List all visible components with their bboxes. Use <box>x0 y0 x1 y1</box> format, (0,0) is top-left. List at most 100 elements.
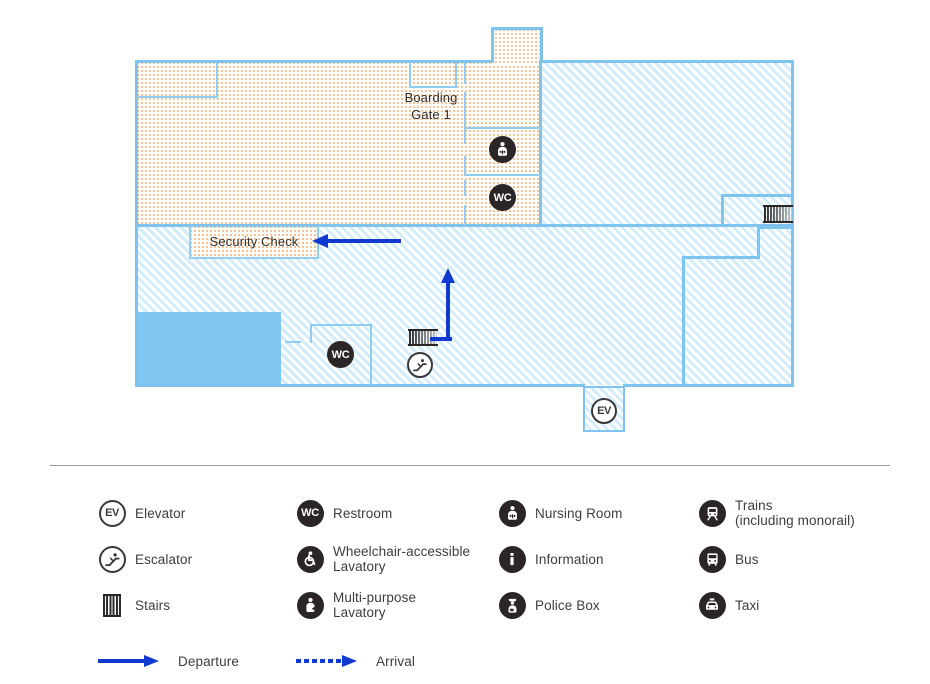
train-icon-wrap <box>698 499 726 527</box>
legend-label-bus: Bus <box>735 551 759 567</box>
legend-item-information[interactable]: Information <box>498 536 688 582</box>
restricted-area-concourse <box>137 62 541 226</box>
wall-restroom-upper-left-a <box>464 180 466 196</box>
restroom-upper-marker[interactable]: WC <box>489 184 516 211</box>
wall-security-check-left <box>189 226 191 259</box>
elevator-icon: EV <box>591 398 617 424</box>
restroom-glyph: WC <box>301 507 319 519</box>
legend-item-stairs[interactable]: Stairs <box>98 582 288 628</box>
taxi-icon-wrap <box>698 591 726 619</box>
wall-nursing-room-left-upper <box>464 127 466 144</box>
legend-label-elevator: Elevator <box>135 505 186 521</box>
wall-outer-bottom-right <box>623 384 794 387</box>
elevator-icon-wrap: EV <box>98 499 126 527</box>
legend-label-departure: Departure <box>178 653 239 669</box>
legend-item-wheelchair-accessible-lavatory[interactable]: Wheelchair-accessible Lavatory <box>296 536 496 582</box>
legend-label-police-box: Police Box <box>535 597 600 613</box>
departure-arrow-head <box>312 234 328 248</box>
escalator-icon <box>98 545 126 573</box>
multi-purpose-lavatory-icon <box>296 591 324 619</box>
legend-item-departure[interactable]: Departure <box>98 638 288 684</box>
wall-restroom-lower-left <box>310 324 312 343</box>
legend-item-police-box[interactable]: Police Box <box>498 582 688 628</box>
wall-restroom-lower-top <box>310 324 372 326</box>
wall-right-step-top <box>721 194 794 197</box>
elevator-icon: EV <box>98 499 126 527</box>
legend-item-trains[interactable]: Trains (including monorail) <box>698 490 918 536</box>
wall-restroom-lower-right <box>370 324 372 385</box>
departure-arrow-shaft-vertical <box>446 281 450 341</box>
legend-column-2: WC Restroom Wheelchair-accessible Lavato… <box>296 490 496 684</box>
wall-gate-room-right <box>455 62 457 88</box>
escalator-icon-wrap <box>98 545 126 573</box>
legend-item-restroom[interactable]: WC Restroom <box>296 490 496 536</box>
nursing-room-icon-wrap <box>498 499 526 527</box>
wall-nursing-room-bottom <box>464 174 541 176</box>
legend-column-1: EV Elevator Escalator Stairs Departure <box>98 490 288 684</box>
wall-gate-room-left <box>409 62 411 88</box>
restroom-icon: WC <box>327 341 354 368</box>
legend-label-arrival: Arrival <box>376 653 415 669</box>
legend-label-information: Information <box>535 551 604 567</box>
wall-room-topleft-bottom <box>137 96 217 98</box>
restroom-glyph: WC <box>331 348 350 361</box>
taxi-icon <box>698 591 726 619</box>
departure-arrow-head-up <box>441 268 455 283</box>
legend-item-nursing-room[interactable]: Nursing Room <box>498 490 688 536</box>
wall-protrusion-top <box>491 27 543 30</box>
stairs-right-marker[interactable] <box>763 204 793 224</box>
legend-column-4: Trains (including monorail) Bus Taxi <box>698 490 918 628</box>
information-icon-wrap <box>498 545 526 573</box>
legend-item-elevator[interactable]: EV Elevator <box>98 490 288 536</box>
information-icon <box>498 545 526 573</box>
legend-label-trains: Trains (including monorail) <box>735 498 855 528</box>
police-box-icon <box>498 591 526 619</box>
stairs-icon-wrap <box>98 591 126 619</box>
wall-gate-divider-a <box>464 62 466 84</box>
label-boarding-gate-1: Boarding Gate 1 <box>404 90 458 122</box>
multi-purpose-lavatory-icon-wrap <box>296 591 324 619</box>
restroom-icon: WC <box>296 499 324 527</box>
wall-outer-bottom <box>135 384 585 387</box>
wall-nursing-room-top <box>464 127 541 129</box>
solid-block-area <box>137 312 281 385</box>
elevator-marker[interactable]: EV <box>591 398 617 424</box>
legend-label-escalator: Escalator <box>135 551 193 567</box>
restroom-lower-marker[interactable]: WC <box>327 341 354 368</box>
legend-label-nursing-room: Nursing Room <box>535 505 623 521</box>
legend-label-stairs: Stairs <box>135 597 171 613</box>
wheelchair-icon <box>296 545 324 573</box>
elevator-glyph: EV <box>105 507 119 519</box>
legend-label-taxi: Taxi <box>735 597 760 613</box>
escalator-icon <box>407 352 433 378</box>
departure-arrow-shaft <box>327 239 401 243</box>
label-security-check: Security Check <box>209 234 299 249</box>
wall-protrusion-left <box>491 27 494 63</box>
police-box-icon-wrap <box>498 591 526 619</box>
bus-icon <box>698 545 726 573</box>
legend-item-bus[interactable]: Bus <box>698 536 918 582</box>
restroom-icon-wrap: WC <box>296 499 324 527</box>
elevator-glyph: EV <box>597 405 611 417</box>
wall-security-check-bottom <box>189 257 319 259</box>
wall-outer-top-right <box>539 60 794 63</box>
nursing-room-marker[interactable] <box>489 136 516 163</box>
map-legend: EV Elevator Escalator Stairs Departure W… <box>0 460 930 678</box>
bus-icon-wrap <box>698 545 726 573</box>
legend-item-escalator[interactable]: Escalator <box>98 536 288 582</box>
restricted-area-top-protrusion <box>491 29 541 64</box>
legend-label-restroom: Restroom <box>333 505 393 521</box>
wall-right-step-left <box>721 194 724 227</box>
legend-divider <box>50 465 890 466</box>
wall-outer-top <box>137 60 493 63</box>
legend-item-multi-purpose-lavatory[interactable]: Multi-purpose Lavatory <box>296 582 496 628</box>
escalator-marker[interactable] <box>407 352 433 378</box>
train-icon <box>698 499 726 527</box>
wall-protrusion-right <box>540 27 543 63</box>
stairs-icon <box>763 204 793 224</box>
legend-label-wheelchair-accessible-lavatory: Wheelchair-accessible Lavatory <box>333 544 471 574</box>
restroom-glyph: WC <box>493 191 512 204</box>
legend-item-arrival[interactable]: Arrival <box>296 638 496 684</box>
wall-restroom-lower-door <box>285 341 301 343</box>
legend-item-taxi[interactable]: Taxi <box>698 582 918 628</box>
